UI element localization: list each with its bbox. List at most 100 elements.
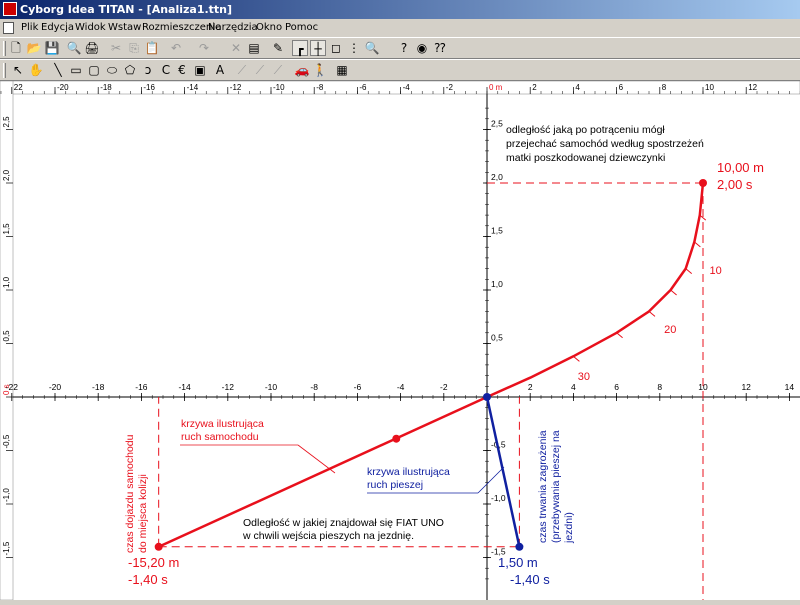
cut-icon[interactable]: ✂ [108, 40, 124, 56]
car-curve-label-line-2: ruch samochodu [181, 431, 259, 443]
paste-icon[interactable]: 📋 [144, 40, 160, 56]
curve-time-label: 20 [664, 324, 676, 336]
image-insert-icon[interactable]: ▦ [334, 62, 350, 78]
ped-end-label: 1,50 m -1,40 s [498, 555, 550, 587]
text-icon[interactable]: A [212, 62, 228, 78]
ped-end-time: -1,40 s [510, 572, 550, 587]
x-tick-label: 14 [785, 382, 795, 392]
series-lines: 10 20 30 [158, 182, 722, 548]
pedestrian-icon[interactable]: 🚶 [312, 62, 328, 78]
frame-icon[interactable]: ◻ [328, 40, 344, 56]
ruler-h-label: 4 [575, 83, 580, 92]
top-note-line-2: przejechać samochód według spostrzeżeń [506, 138, 704, 150]
car-start-point[interactable] [154, 542, 163, 551]
copy-icon[interactable]: ⎘ [126, 40, 142, 56]
about-icon[interactable]: ◉ [414, 40, 430, 56]
arc-icon[interactable]: C [158, 62, 174, 78]
car-end-time: 2,00 s [717, 177, 753, 192]
properties-icon[interactable]: ▤ [246, 40, 262, 56]
ruler-v-label: 0,5 [2, 330, 11, 342]
ped-curve-label-line-2: ruch pieszej [367, 479, 423, 491]
rounded-rect-icon[interactable]: ▢ [86, 62, 102, 78]
print-preview-icon[interactable]: 🔍 [66, 40, 82, 56]
delete-icon[interactable]: ✕ [228, 40, 244, 56]
car-end-label: 10,00 m 2,00 s [717, 160, 764, 192]
drawing-canvas[interactable]: 22 -20 -18 -16 -14 -12 -10 -8 -6 -4 -2 0 m 2 4 6 8 10 12 2… [0, 80, 800, 601]
x-tick-label: -14 [178, 382, 191, 392]
context-help-icon[interactable]: ⁇ [432, 40, 448, 56]
ruler-h-label: 12 [748, 83, 757, 92]
grid-icon[interactable]: ⋮ [346, 40, 362, 56]
x-tick-label: -8 [310, 382, 318, 392]
edit-icon[interactable]: ✎ [270, 40, 286, 56]
new-document-icon[interactable]: 🗋 [8, 40, 24, 56]
top-note: odległość jaką po potrąceniu mógł przeje… [506, 124, 704, 164]
menu-plik[interactable]: Plik [21, 19, 38, 37]
collision-point[interactable] [483, 393, 491, 401]
ped-end-point[interactable] [515, 542, 524, 551]
app-icon[interactable] [3, 2, 17, 16]
drawing-toolbar: ↖ ✋ ╲ ▭ ▢ ⬭ ⬠ ↄ C € ▣ A ⟋ ⟋ ⟋ 🚗 🚶 ▦ [0, 59, 800, 81]
help-icon[interactable]: ? [396, 40, 412, 56]
menu-okno[interactable]: Okno [256, 19, 282, 37]
pointer-icon[interactable]: ↖ [10, 62, 26, 78]
curve-icon[interactable]: ↄ [140, 62, 156, 78]
ruler-h-label: -18 [100, 83, 112, 92]
rotate-icon[interactable]: ⟋ [270, 62, 286, 78]
ped-label-leader [477, 466, 505, 494]
ruler-h-label: -16 [143, 83, 155, 92]
ruler-v-label: -0,5 [2, 434, 11, 448]
menu-narzedzia[interactable]: Narzędzia [208, 19, 258, 37]
series-line-1 [485, 396, 521, 548]
car-mid-point[interactable] [392, 434, 401, 443]
print-icon[interactable]: 🖨 [84, 40, 100, 56]
car-curve-label: krzywa ilustrująca ruch samochodu [181, 418, 264, 443]
curve-time-tick [616, 332, 623, 339]
car-start-time: -1,40 s [128, 572, 168, 587]
curve-time-tick [685, 268, 693, 274]
ellipse-icon[interactable]: ⬭ [104, 62, 120, 78]
curve-time-tick [648, 311, 656, 317]
redo-icon[interactable]: ↷ [196, 40, 212, 56]
ruler-h-label: 6 [619, 83, 624, 92]
line-icon[interactable]: ╲ [50, 62, 66, 78]
vertical-note-right: czas trwania zagrożenia (przebywania pie… [537, 430, 575, 544]
toolbar-grip[interactable] [3, 63, 6, 78]
car-icon[interactable]: 🚗 [294, 62, 310, 78]
ruler-h-label: 22 [14, 83, 23, 92]
menu-edycja[interactable]: Edycja [41, 19, 74, 37]
zoom-icon[interactable]: 🔍 [364, 40, 380, 56]
curve-time-tick [694, 241, 701, 248]
y-tick-label: 0,5 [491, 333, 503, 343]
scale-icon[interactable]: ⟋ [252, 62, 268, 78]
snap-corner-icon[interactable]: ┏ [292, 40, 308, 56]
save-icon[interactable]: 💾 [44, 40, 60, 56]
rectangle-icon[interactable]: ▭ [68, 62, 84, 78]
ped-end-distance: 1,50 m [498, 555, 538, 570]
document-menu-icon[interactable] [3, 22, 14, 34]
vertical-note-right-line-3: jezdni) [563, 512, 575, 544]
polygon-icon[interactable]: ⬠ [122, 62, 138, 78]
symbol-icon[interactable]: € [174, 62, 190, 78]
open-folder-icon[interactable]: 📂 [26, 40, 42, 56]
hand-icon[interactable]: ✋ [28, 62, 44, 78]
image-icon[interactable]: ▣ [192, 62, 208, 78]
y-tick-label: 1,0 [491, 279, 503, 289]
car-end-point[interactable] [699, 179, 707, 187]
standard-toolbar: 🗋 📂 💾 🔍 🖨 ✂ ⎘ 📋 ↶ ↷ ✕ ▤ ✎ ┏ ┼ ◻ ⋮ 🔍? ◉ ⁇ [0, 37, 800, 59]
drawing-svg[interactable]: 22 -20 -18 -16 -14 -12 -10 -8 -6 -4 -2 0 m 2 4 6 8 10 12 2… [0, 80, 800, 601]
crosshair-icon[interactable]: ┼ [310, 40, 326, 56]
undo-icon[interactable]: ↶ [168, 40, 184, 56]
window-title: Cyborg Idea TITAN - [Analiza1.ttn] [20, 3, 233, 16]
ruler-v-label: 1,0 [2, 276, 11, 288]
menu-wstaw[interactable]: Wstaw [108, 19, 141, 37]
ruler-v-label: -1,0 [2, 488, 11, 502]
x-tick-label: 2 [528, 382, 533, 392]
measure-icon[interactable]: ⟋ [234, 62, 250, 78]
car-start-distance: -15,20 m [128, 555, 179, 570]
data-points[interactable] [154, 179, 707, 551]
ruler-v-label: 2,5 [2, 116, 11, 128]
menu-widok[interactable]: Widok [75, 19, 106, 37]
toolbar-grip[interactable] [3, 41, 6, 56]
menu-pomoc[interactable]: Pomoc [285, 19, 318, 37]
